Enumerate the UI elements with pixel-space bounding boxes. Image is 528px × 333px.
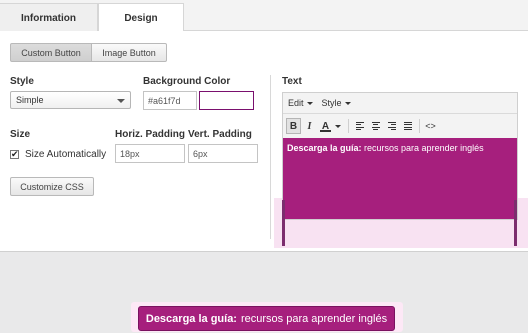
- style-label: Style: [10, 76, 34, 87]
- edit-menu[interactable]: Edit: [288, 98, 313, 108]
- background-color-label: Background Color: [143, 76, 231, 87]
- background-color-input[interactable]: #a61f7d: [143, 91, 197, 110]
- style-menu[interactable]: Style: [322, 98, 351, 108]
- chevron-down-icon[interactable]: [335, 124, 341, 128]
- align-left-icon[interactable]: [352, 118, 367, 134]
- toolbar-separator: [419, 119, 420, 133]
- source-code-icon[interactable]: <>: [423, 118, 438, 134]
- align-right-icon[interactable]: [384, 118, 399, 134]
- size-label: Size: [10, 129, 31, 140]
- chevron-down-icon: [117, 99, 125, 103]
- style-select[interactable]: Simple: [10, 91, 131, 109]
- horiz-padding-label: Horiz. Padding: [115, 129, 185, 140]
- tab-information[interactable]: Information: [0, 3, 98, 32]
- size-automatically-row[interactable]: ✔ Size Automatically: [10, 149, 106, 160]
- column-divider: [270, 75, 271, 239]
- rich-text-editor[interactable]: Edit Style B I A <> Descarga la guía: re…: [282, 92, 518, 220]
- customize-css-button[interactable]: Customize CSS: [10, 177, 94, 196]
- design-panel: Custom Button Image Button Style Simple …: [0, 31, 528, 252]
- size-automatically-checkbox[interactable]: ✔: [10, 150, 19, 159]
- editor-content[interactable]: Descarga la guía: recursos para aprender…: [283, 138, 517, 219]
- text-label: Text: [282, 76, 302, 87]
- size-automatically-label: Size Automatically: [25, 149, 107, 160]
- bold-icon[interactable]: B: [286, 118, 301, 134]
- custom-button-toggle[interactable]: Custom Button: [10, 43, 92, 62]
- chevron-down-icon: [344, 101, 351, 105]
- preview-button-text: recursos para aprender inglés: [240, 312, 388, 325]
- toolbar-separator: [348, 119, 349, 133]
- editor-menubar: Edit Style: [283, 93, 517, 114]
- resize-handle-right[interactable]: [514, 200, 517, 246]
- preview-button-bold: Descarga la guía:: [145, 312, 237, 325]
- tab-bar: Information Design: [0, 0, 528, 32]
- vert-padding-input[interactable]: 6px: [188, 144, 258, 163]
- align-center-icon[interactable]: [368, 118, 383, 134]
- chevron-down-icon: [306, 101, 313, 105]
- style-menu-label: Style: [321, 98, 342, 108]
- vert-padding-label: Vert. Padding: [188, 129, 252, 140]
- resize-handle-left[interactable]: [282, 200, 285, 246]
- preview-button[interactable]: Descarga la guía: recursos para aprender …: [138, 306, 395, 331]
- editor-content-text: recursos para aprender inglés: [361, 143, 484, 153]
- style-select-value: Simple: [16, 95, 44, 105]
- horiz-padding-input[interactable]: 18px: [115, 144, 185, 163]
- background-color-swatch[interactable]: [199, 91, 254, 110]
- image-button-toggle[interactable]: Image Button: [91, 43, 167, 62]
- editor-toolbar: B I A <>: [283, 115, 517, 137]
- text-color-icon[interactable]: A: [318, 118, 333, 134]
- edit-menu-label: Edit: [288, 98, 304, 108]
- italic-icon[interactable]: I: [302, 118, 317, 134]
- tab-design[interactable]: Design: [98, 3, 184, 32]
- editor-content-bold: Descarga la guía:: [287, 143, 362, 153]
- align-justify-icon[interactable]: [400, 118, 415, 134]
